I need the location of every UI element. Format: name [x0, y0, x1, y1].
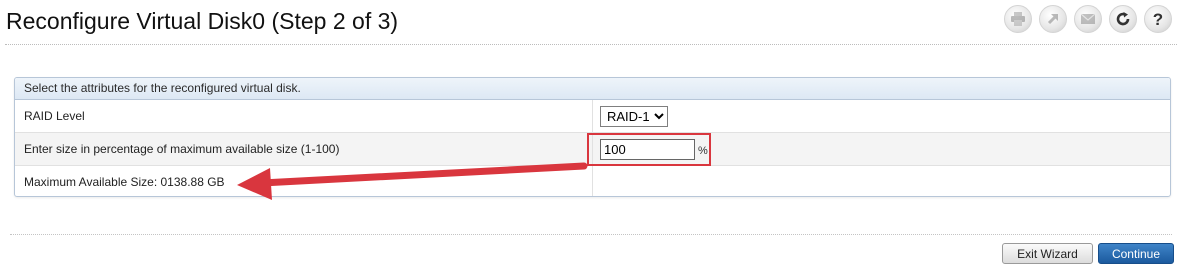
- raid-level-row: RAID Level RAID-1: [15, 100, 1170, 133]
- raid-level-select[interactable]: RAID-1: [600, 106, 668, 127]
- launch-button[interactable]: [1039, 5, 1067, 33]
- launch-icon: [1047, 13, 1059, 25]
- print-icon: [1011, 12, 1025, 26]
- max-size-row: Maximum Available Size: 0138.88 GB: [15, 166, 1170, 196]
- exit-wizard-button[interactable]: Exit Wizard: [1002, 243, 1093, 264]
- raid-level-label: RAID Level: [15, 100, 593, 132]
- max-available-size-label: Maximum Available Size: 0138.88 GB: [15, 166, 593, 196]
- email-button[interactable]: [1074, 5, 1102, 33]
- panel-header: Select the attributes for the reconfigur…: [15, 78, 1170, 100]
- attributes-panel: Select the attributes for the reconfigur…: [14, 77, 1171, 197]
- page-title: Reconfigure Virtual Disk0 (Step 2 of 3): [6, 8, 399, 34]
- size-percentage-label: Enter size in percentage of maximum avai…: [15, 133, 593, 165]
- help-icon: ?: [1153, 10, 1163, 28]
- size-percentage-row: Enter size in percentage of maximum avai…: [15, 133, 1170, 166]
- footer-divider: [10, 234, 1172, 235]
- print-button[interactable]: [1004, 5, 1032, 33]
- percent-unit: %: [698, 145, 708, 157]
- email-icon: [1081, 14, 1095, 24]
- continue-button[interactable]: Continue: [1098, 243, 1174, 264]
- refresh-button[interactable]: [1109, 5, 1137, 33]
- header-divider: [5, 44, 1177, 45]
- toolbar: ?: [1004, 5, 1172, 35]
- svg-text:?: ?: [1153, 10, 1163, 28]
- size-percentage-input[interactable]: [600, 139, 695, 160]
- help-button[interactable]: ?: [1144, 5, 1172, 33]
- refresh-icon: [1116, 12, 1130, 26]
